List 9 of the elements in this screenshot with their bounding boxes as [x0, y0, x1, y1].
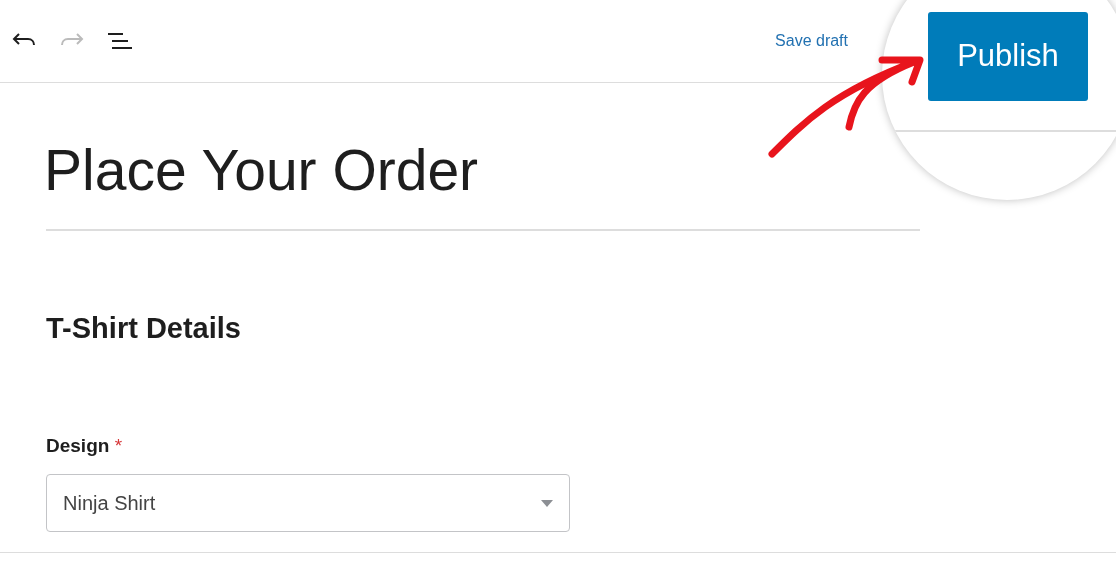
page-title: Place Your Order — [44, 137, 480, 204]
design-select[interactable]: Ninja Shirt — [46, 474, 570, 533]
publish-button[interactable]: Publish — [928, 12, 1088, 101]
required-mark: * — [114, 434, 123, 456]
list-view-button[interactable] — [108, 31, 132, 51]
section-heading: T-Shirt Details — [46, 311, 242, 346]
caret-icon — [541, 499, 553, 507]
save-draft-link[interactable]: Save draft — [775, 29, 848, 53]
field-label: Design — [46, 434, 110, 456]
